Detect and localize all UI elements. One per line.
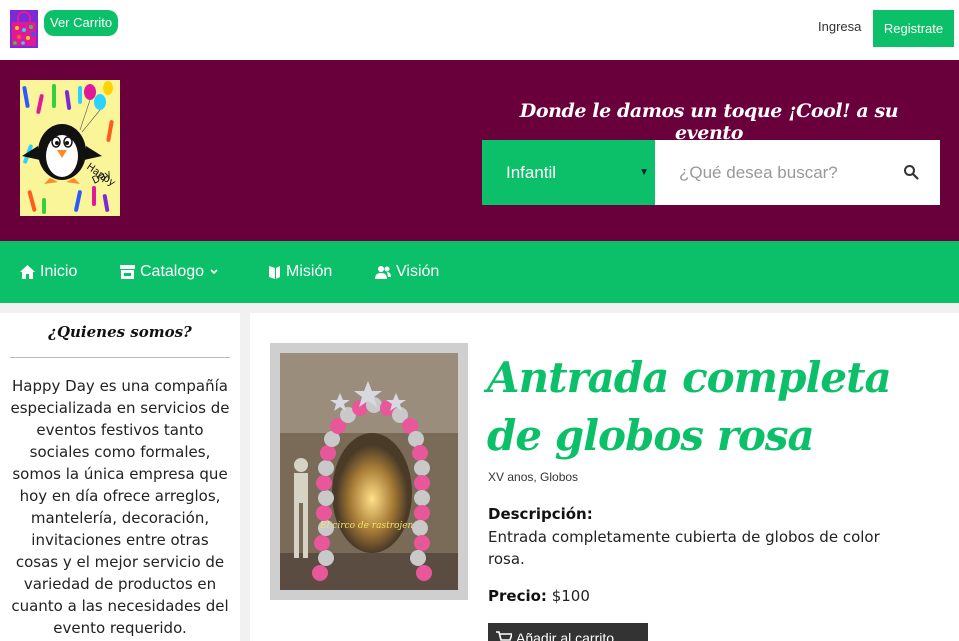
cart-icon [496, 631, 512, 641]
content-area: ¿Quienes somos? Happy Day es una compañí… [0, 303, 959, 641]
caret-down-icon: ▼ [639, 167, 649, 178]
sidebar: ¿Quienes somos? Happy Day es una compañí… [0, 313, 240, 641]
register-button[interactable]: Registrate [873, 10, 954, 47]
login-link[interactable]: Ingresa [818, 19, 861, 34]
photo-watermark: El circo de rastrojen [319, 521, 414, 531]
product-image[interactable]: El circo de rastrojen [280, 353, 458, 590]
tagline: Donde le damos un toque ¡Cool! a su even… [519, 100, 899, 144]
product-title: Antrada completa de globos rosa [487, 353, 892, 460]
brand-name: Happy Day [12, 377, 95, 395]
add-to-cart-button[interactable]: Añadir al carrito [488, 623, 648, 641]
about-body: es una compañía especializada en servici… [10, 377, 230, 637]
nav-item-label: Catalogo [140, 263, 205, 280]
home-icon [20, 265, 35, 279]
nav-item-label: Visión [396, 263, 440, 280]
search-box [655, 140, 940, 205]
category-select[interactable]: Infantil ▼ [482, 140, 655, 205]
category-select-value: Infantil [506, 163, 557, 182]
description-label: Descripción: [488, 505, 593, 523]
nav-item-label: Inicio [40, 263, 78, 280]
shopping-bag-icon[interactable] [10, 10, 38, 48]
store-icon [120, 265, 135, 279]
book-icon [269, 266, 280, 279]
price-label: Precio: [488, 587, 547, 605]
product-image-frame: El circo de rastrojen [270, 343, 468, 600]
chevron-down-icon [210, 269, 218, 275]
sidebar-title: ¿Quienes somos? [48, 323, 192, 341]
divider [10, 357, 230, 358]
search-input[interactable] [655, 140, 895, 205]
view-cart-button[interactable]: Ver Carrito [44, 10, 119, 36]
logo[interactable]: Happy Day [20, 80, 120, 216]
site-header: Happy Day Donde le damos un toque ¡Cool!… [0, 60, 959, 241]
nav-item-catalogo[interactable]: Catalogo [120, 241, 219, 303]
search-icon[interactable] [903, 164, 919, 180]
about-text: Happy Day es una compañía especializada … [8, 375, 232, 639]
penguin-logo-icon: Happy Day [22, 81, 117, 214]
nav-item-label: Misión [286, 263, 333, 280]
nav-item-inicio[interactable]: Inicio [20, 241, 77, 303]
top-bar: Ver Carrito Ingresa Registrate [0, 0, 959, 60]
nav-item-vision[interactable]: Visión [375, 241, 439, 303]
product-detail: El circo de rastrojen Antrada completa d… [250, 313, 959, 641]
nav-item-mision[interactable]: Misión [268, 241, 332, 303]
main-nav: Inicio Catalogo Misión Visión [0, 241, 959, 303]
price-value: $100 [551, 587, 590, 605]
price-row: Precio: $100 [488, 587, 590, 605]
users-icon [375, 266, 391, 279]
add-to-cart-label: Añadir al carrito [516, 630, 615, 641]
product-tags[interactable]: XV anos, Globos [488, 470, 578, 484]
description-text: Entrada completamente cubierta de globos… [488, 528, 880, 568]
